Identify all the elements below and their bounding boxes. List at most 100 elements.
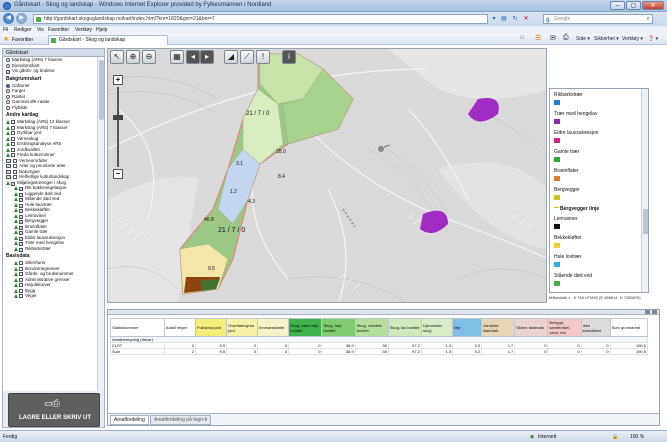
mail-icon[interactable]: ✉ [550,34,556,42]
stop-icon[interactable]: ✕ [522,15,530,23]
compat-view-icon[interactable]: ▤ [500,15,508,23]
pin-icon[interactable]: ! [256,50,270,64]
layer-checkbox[interactable]: ✓ [6,70,10,74]
column-header[interactable]: Skog, middels bonitet [354,318,389,337]
column-header[interactable]: Antall teiger [163,318,197,337]
sidebar-scroll-thumb[interactable] [99,60,104,120]
column-header[interactable]: Innmarksbeite [257,318,290,337]
overview-grid-icon[interactable]: ▦ [170,50,184,64]
zoom-minus-icon[interactable]: − [113,169,123,179]
layer-radio[interactable] [6,58,10,62]
layer-row[interactable]: ✓ Vis gårds- og bruksnr [6,68,98,74]
feeds-icon[interactable]: ☰ [535,34,541,42]
select-arrow-icon[interactable]: ↖ [110,50,124,64]
menu-favorites[interactable]: Favoritter [48,27,69,33]
table-row[interactable]: Sum 2 9.5 0 0 0 38.9 36 97.2 1.3 3.2 1.7 0 0 0 190.5 [110,348,649,355]
layer-row[interactable]: Flybilde [6,105,98,111]
zoom-level[interactable]: 100 % [630,434,644,440]
layer-checkbox[interactable]: ✓ [19,247,23,252]
close-window-button[interactable]: ✕ [642,1,664,10]
tools-menu[interactable]: Verktøy ▾ [622,36,643,42]
maximize-button[interactable]: ▢ [626,1,641,10]
next-view-icon[interactable]: ▸ [200,50,214,64]
panel-minimize-icon[interactable] [645,310,650,314]
column-header[interactable]: Overflatedyrka jord [226,318,259,337]
layer-checkbox[interactable] [13,164,17,168]
menu-file[interactable]: Fil [3,27,8,33]
layer-checkbox[interactable] [11,120,15,124]
layer-checkbox[interactable] [11,131,15,135]
column-header[interactable]: Statiskkummer [110,318,165,337]
column-header[interactable]: Fulldyrka jord [194,318,228,337]
favorites-star-icon[interactable]: ★ [3,36,9,43]
menu-tools[interactable]: Verktøy [75,27,92,33]
column-header[interactable]: Skog, særs høy bonitet [288,318,323,337]
column-header[interactable]: Sum grunnareal [609,318,649,337]
layer-radio[interactable] [6,89,10,93]
layer-radio[interactable] [6,94,10,99]
zoom-in-icon[interactable]: ⊕ [126,50,140,64]
refresh-icon[interactable]: ↻ [511,15,519,23]
layer-checkbox[interactable] [11,142,15,146]
minimize-button[interactable]: – [610,1,625,10]
zoom-out-icon[interactable]: ⊖ [142,50,156,64]
layer-checkbox[interactable] [11,147,15,152]
layer-checkbox[interactable] [11,125,15,130]
layer-row[interactable]: Veger [6,293,98,299]
menu-view[interactable]: Vis [37,27,44,33]
page-menu[interactable]: Side ▾ [576,36,590,42]
legend-scroll-thumb[interactable] [643,209,648,234]
tab-arealfordeling-tegn[interactable]: Arealfordeling på tegn-b [150,415,212,425]
menu-edit[interactable]: Rediger [14,27,32,33]
info-icon[interactable]: i [282,50,296,64]
home-icon[interactable]: ⌂ [520,34,524,41]
dropdown-icon[interactable]: ▾ [490,15,498,23]
measure-area-icon[interactable]: ◢ [224,50,238,64]
measure-line-icon[interactable]: ⟋ [240,50,254,64]
layer-radio[interactable] [6,100,10,104]
sidebar-scrollbar[interactable] [97,57,104,391]
layer-checkbox[interactable] [13,175,17,179]
column-header[interactable]: Myr [452,318,483,337]
zoom-plus-icon[interactable]: + [113,75,123,85]
menu-help[interactable]: Hjelp [96,27,107,33]
column-header[interactable]: Skog, lav bonitet [387,318,422,337]
layer-checkbox[interactable] [19,266,23,271]
panel-close-icon[interactable] [652,310,657,314]
column-header[interactable]: Uproduktiv skog [420,318,454,337]
layer-checkbox[interactable] [11,153,15,157]
zoom-slider[interactable]: + − [113,75,123,180]
layer-checkbox[interactable] [13,158,17,163]
layer-checkbox[interactable] [11,136,15,141]
search-icon[interactable]: ⌕ [647,15,650,24]
back-icon[interactable]: ◀ [3,13,14,24]
layer-checkbox[interactable] [19,294,23,298]
layer-checkbox[interactable] [19,261,23,265]
column-header[interactable]: Skog, høy bonitet [321,318,356,337]
zoom-knob[interactable] [113,115,123,120]
browser-tab[interactable]: Gårdskart - Skog og landskap [48,35,168,45]
layer-radio[interactable] [6,83,10,88]
previous-view-icon[interactable]: ◂ [186,50,200,64]
help-menu[interactable]: ❓ ▾ [648,36,658,42]
map-canvas[interactable]: 21 / 7 / 0 21 / 7 / 0 28.0 8.4 46.8 9.5 … [107,48,547,303]
layer-row[interactable]: ✓ Rikbarkstrær [6,246,98,252]
url-input[interactable]: http://gardskart.skogoglandskap.no/kart/… [33,14,488,24]
print-save-button[interactable]: ▭⎙ LAGRE ELLER SKRIV UT [8,393,100,427]
search-input[interactable]: g Google ⌕ [543,14,653,24]
column-header[interactable]: Jorddekt fastmark [481,318,516,337]
column-header[interactable]: Skrinn fastmark [514,318,549,337]
layer-radio[interactable] [6,63,10,68]
layer-checkbox[interactable] [19,277,23,282]
layer-radio[interactable] [6,105,10,110]
zoom-track[interactable] [117,87,119,167]
column-header[interactable]: Bebygd, samferdsel, vann, bre [547,318,582,337]
favorites-button[interactable]: Favoritter [12,37,33,43]
layer-checkbox[interactable] [19,283,23,287]
print-icon[interactable]: ⎙ [563,34,569,42]
tab-arealfordeling[interactable]: Arealfordeling [110,415,149,425]
legend-scrollbar[interactable] [641,89,648,292]
layer-checkbox[interactable] [19,288,23,293]
layer-checkbox[interactable] [13,169,17,174]
column-header[interactable]: Ikke klassifisert [580,318,611,337]
